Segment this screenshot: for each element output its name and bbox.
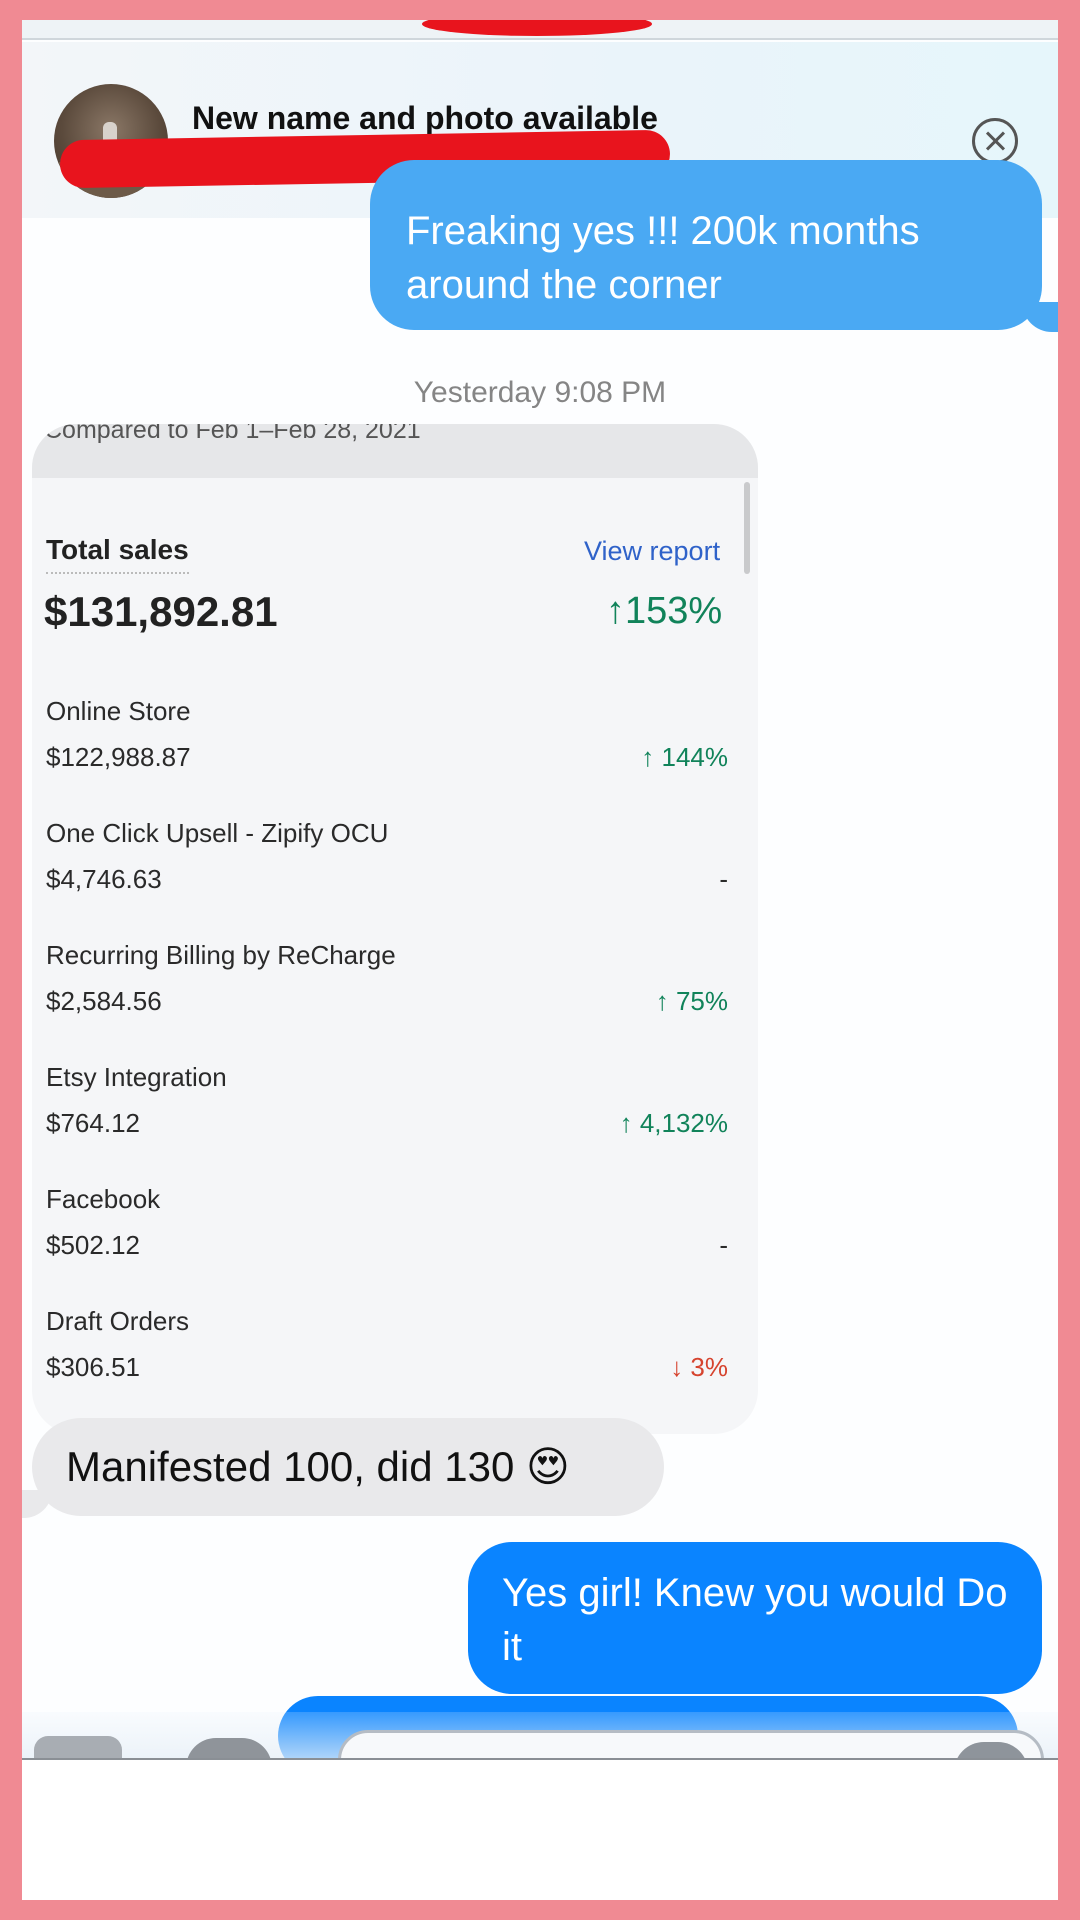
channel-name: Draft Orders bbox=[46, 1306, 190, 1336]
channel-value: $764.12 bbox=[46, 1108, 140, 1138]
channel-name: Etsy Integration bbox=[46, 1062, 227, 1092]
bubble-tail bbox=[22, 1490, 52, 1518]
message-text: Freaking yes !!! 200k months around the … bbox=[406, 209, 920, 307]
compare-text: Compared to Feb 1–Feb 28, 2021 bbox=[44, 424, 421, 444]
messages-screen: New name and photo available Freaking ye… bbox=[22, 20, 1058, 1900]
channel-value: $4,746.63 bbox=[46, 864, 162, 894]
bubble-tail bbox=[1022, 302, 1058, 332]
message-text: Yes girl! Knew you would Do it bbox=[502, 1571, 1008, 1669]
channel-value: $122,988.87 bbox=[46, 742, 191, 772]
shared-screenshot[interactable]: Compared to Feb 1–Feb 28, 2021 Total sal… bbox=[32, 424, 758, 1434]
total-sales-value: $131,892.81 bbox=[44, 588, 278, 635]
channel-change: ↓ 3% bbox=[670, 1352, 728, 1382]
message-timestamp: Yesterday 9:08 PM bbox=[413, 376, 667, 409]
incoming-message[interactable]: Manifested 100, did 130 😍 bbox=[32, 1418, 664, 1516]
channel-name: Online Store bbox=[46, 696, 191, 726]
message-text: Manifested 100, did 130 😍 bbox=[66, 1443, 570, 1490]
channel-change: ↑ 144% bbox=[641, 742, 728, 772]
keyboard-area bbox=[22, 1758, 1058, 1900]
channel-value: $2,584.56 bbox=[46, 986, 162, 1016]
channel-change: ↑ 75% bbox=[655, 986, 728, 1016]
channel-name: Facebook bbox=[46, 1184, 161, 1214]
report-compare-header: Compared to Feb 1–Feb 28, 2021 bbox=[32, 424, 758, 478]
channel-name: Recurring Billing by ReCharge bbox=[46, 940, 396, 970]
channel-name: One Click Upsell - Zipify OCU bbox=[46, 818, 389, 848]
total-sales-change: ↑153% bbox=[606, 590, 723, 632]
close-icon[interactable] bbox=[972, 118, 1018, 164]
channel-change: ↑ 4,132% bbox=[619, 1108, 728, 1138]
channel-value: $502.12 bbox=[46, 1230, 140, 1260]
total-sales-label: Total sales bbox=[46, 534, 189, 574]
channel-change: - bbox=[719, 1230, 728, 1260]
outgoing-message[interactable]: Yes girl! Knew you would Do it bbox=[468, 1542, 1042, 1694]
channel-value: $306.51 bbox=[46, 1352, 140, 1382]
outgoing-message[interactable]: Freaking yes !!! 200k months around the … bbox=[370, 160, 1042, 330]
channel-change: - bbox=[719, 864, 728, 894]
scrollbar bbox=[744, 482, 750, 574]
view-report-link: View report bbox=[584, 536, 721, 566]
